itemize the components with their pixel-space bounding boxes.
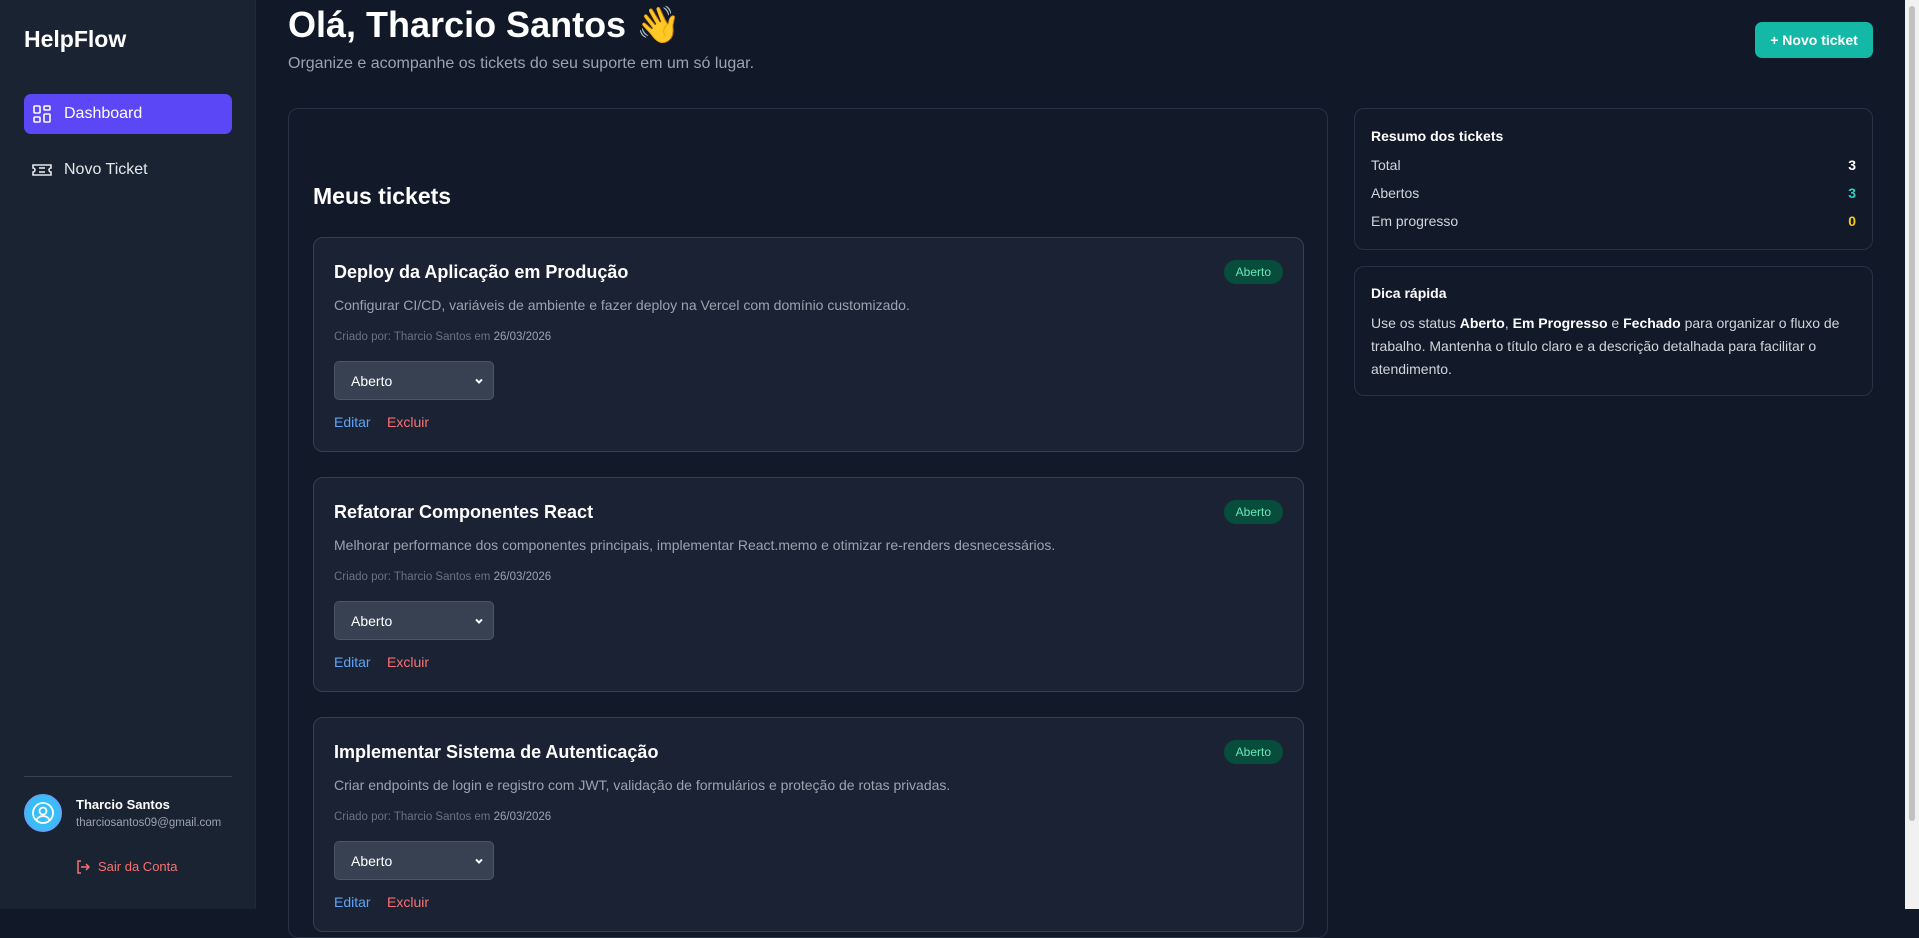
summary-value: 3 bbox=[1848, 157, 1856, 173]
status-badge: Aberto bbox=[1223, 260, 1283, 284]
ticket-created-by: Criado por: Tharcio Santos em bbox=[334, 331, 491, 343]
edit-link[interactable]: Editar bbox=[334, 414, 371, 430]
ticket-title: Implementar Sistema de Autenticação bbox=[334, 742, 659, 762]
status-badge: Aberto bbox=[1223, 500, 1283, 524]
page-scrollbar[interactable] bbox=[1905, 0, 1919, 909]
summary-value: 3 bbox=[1848, 185, 1856, 201]
ticket-title: Refatorar Componentes React bbox=[334, 502, 594, 522]
edit-link[interactable]: Editar bbox=[334, 894, 371, 910]
summary-value: 0 bbox=[1848, 213, 1856, 229]
ticket-title: Deploy da Aplicação em Produção bbox=[334, 262, 629, 282]
status-select[interactable]: Aberto bbox=[334, 601, 494, 640]
status-select-value: Aberto bbox=[351, 852, 393, 869]
quick-tip: Dica rápida Use os status Aberto, Em Pro… bbox=[1354, 266, 1873, 396]
logout-label: Sair da Conta bbox=[98, 859, 178, 874]
ticket-created-date: 26/03/2026 bbox=[493, 811, 552, 823]
ticket-description: Criar endpoints de login e registro com … bbox=[334, 777, 951, 793]
edit-link[interactable]: Editar bbox=[334, 654, 371, 670]
chevron-down-icon bbox=[473, 854, 485, 870]
user-name: Tharcio Santos bbox=[76, 797, 170, 812]
dashboard-grid-icon bbox=[32, 104, 52, 124]
ticket-meta: Criado por: Tharcio Santos em 26/03/2026 bbox=[334, 571, 551, 583]
tickets-summary: Resumo dos tickets Total 3 Abertos 3 Em … bbox=[1354, 108, 1873, 250]
status-select-value: Aberto bbox=[351, 612, 393, 629]
summary-row-em-progresso: Em progresso 0 bbox=[1371, 213, 1856, 229]
sidebar-item-dashboard[interactable]: Dashboard bbox=[24, 94, 232, 134]
ticket-icon bbox=[32, 160, 52, 180]
scrollbar-thumb[interactable] bbox=[1909, 6, 1915, 821]
user-avatar-icon bbox=[24, 794, 62, 832]
tickets-title: Meus tickets bbox=[313, 183, 452, 209]
chevron-down-icon bbox=[473, 374, 485, 390]
tip-text: Use os status Aberto, Em Progresso e Fec… bbox=[1371, 315, 1840, 377]
page-subtitle: Organize e acompanhe os tickets do seu s… bbox=[288, 55, 755, 72]
ticket-card: Refatorar Componentes React Aberto Melho… bbox=[313, 477, 1304, 692]
ticket-description: Melhorar performance dos componentes pri… bbox=[334, 537, 1056, 553]
ticket-created-date: 26/03/2026 bbox=[493, 571, 552, 583]
status-select[interactable]: Aberto bbox=[334, 841, 494, 880]
chevron-down-icon bbox=[473, 614, 485, 630]
sidebar-item-novo-ticket[interactable]: Novo Ticket bbox=[24, 150, 232, 190]
summary-label: Em progresso bbox=[1371, 213, 1459, 229]
user-email: tharciosantos09@gmail.com bbox=[76, 817, 222, 829]
tip-title: Dica rápida bbox=[1371, 285, 1447, 301]
ticket-created-date: 26/03/2026 bbox=[493, 331, 552, 343]
ticket-card: Implementar Sistema de Autenticação Aber… bbox=[313, 717, 1304, 932]
ticket-meta: Criado por: Tharcio Santos em 26/03/2026 bbox=[334, 331, 551, 343]
sidebar-divider bbox=[24, 776, 232, 777]
summary-label: Abertos bbox=[1371, 185, 1420, 201]
sidebar-item-label: Dashboard bbox=[64, 105, 143, 122]
summary-row-abertos: Abertos 3 bbox=[1371, 185, 1856, 201]
ticket-created-by: Criado por: Tharcio Santos em bbox=[334, 811, 491, 823]
page-title: Olá, Tharcio Santos 👋 bbox=[288, 4, 681, 45]
sidebar: HelpFlow Dashboard Novo Ticket Tharcio S… bbox=[0, 0, 256, 909]
summary-label: Total bbox=[1371, 157, 1401, 173]
delete-link[interactable]: Excluir bbox=[387, 654, 429, 670]
ticket-meta: Criado por: Tharcio Santos em 26/03/2026 bbox=[334, 811, 551, 823]
status-select[interactable]: Aberto bbox=[334, 361, 494, 400]
sidebar-item-label: Novo Ticket bbox=[64, 161, 148, 178]
new-ticket-button[interactable]: + Novo ticket bbox=[1755, 22, 1873, 58]
status-select-value: Aberto bbox=[351, 372, 393, 389]
delete-link[interactable]: Excluir bbox=[387, 414, 429, 430]
logout-button[interactable]: Sair da Conta bbox=[76, 859, 178, 874]
summary-row-total: Total 3 bbox=[1371, 157, 1856, 173]
logout-icon bbox=[76, 859, 90, 874]
brand-logo[interactable]: HelpFlow bbox=[24, 26, 126, 53]
ticket-created-by: Criado por: Tharcio Santos em bbox=[334, 571, 491, 583]
ticket-card: Deploy da Aplicação em Produção Aberto C… bbox=[313, 237, 1304, 452]
summary-title: Resumo dos tickets bbox=[1371, 128, 1504, 144]
delete-link[interactable]: Excluir bbox=[387, 894, 429, 910]
status-badge: Aberto bbox=[1223, 740, 1283, 764]
ticket-description: Configurar CI/CD, variáveis de ambiente … bbox=[334, 297, 910, 313]
